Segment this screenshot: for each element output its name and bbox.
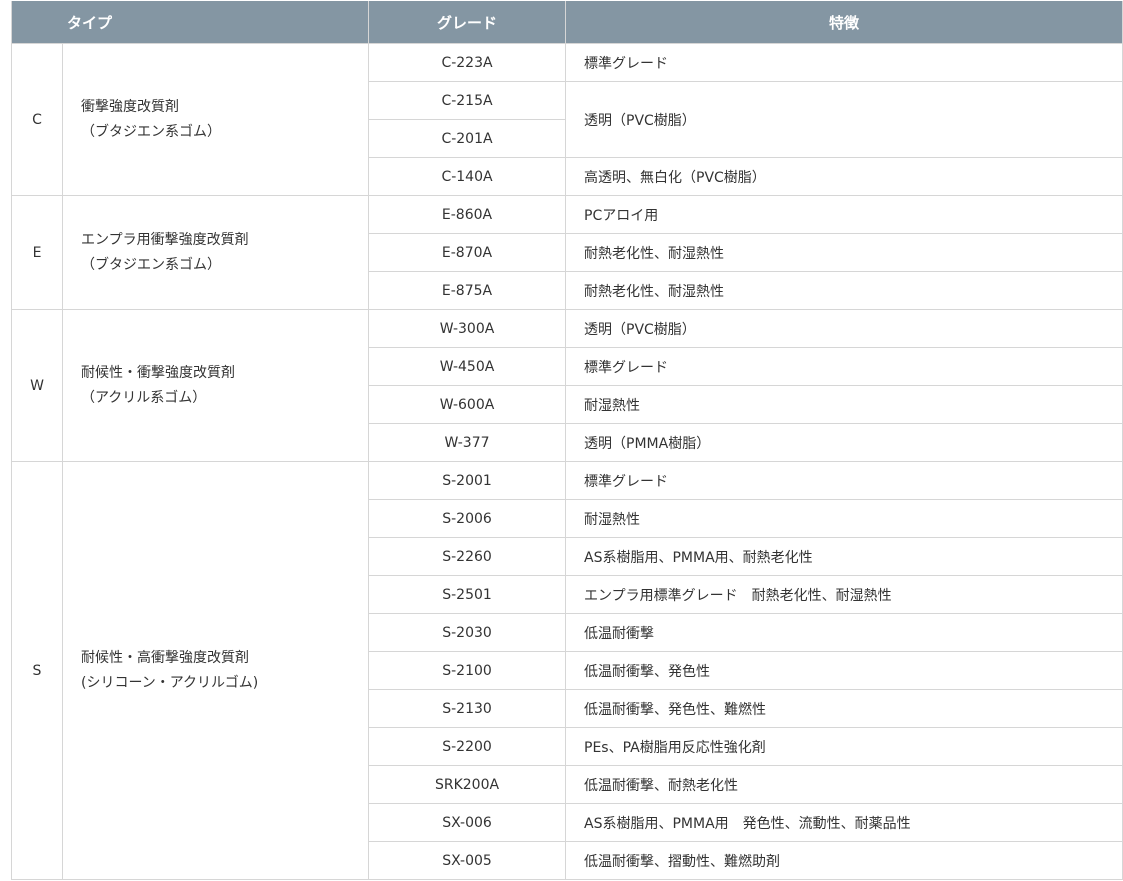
feature-cell: 耐熱老化性、耐湿熱性 <box>565 271 1123 310</box>
grade-cell: E-875A <box>368 271 567 310</box>
grade-cell: C-223A <box>368 43 567 82</box>
feature-cell: 低温耐衝撃、摺動性、難燃助剤 <box>565 841 1123 880</box>
grade-cell: SX-005 <box>368 841 567 880</box>
grade-cell: C-201A <box>368 119 567 158</box>
table-row: S 耐候性・高衝撃強度改質剤 (シリコーン・アクリルゴム) S-2001 標準グレード <box>11 461 1123 880</box>
grade-cell: S-2200 <box>368 727 567 766</box>
header-feature: 特徴 <box>565 1 1123 44</box>
grade-cell: S-2001 <box>368 461 567 500</box>
type-code-cell: S <box>11 461 63 880</box>
feature-cell: PEs、PA樹脂用反応性強化剤 <box>565 727 1123 766</box>
grade-cell: C-140A <box>368 157 567 196</box>
feature-cell: 透明（PVC樹脂） <box>565 81 1123 158</box>
grade-cell: W-300A <box>368 309 567 348</box>
grade-cell: W-377 <box>368 423 567 462</box>
type-description-cell: 衝撃強度改質剤 （ブタジエン系ゴム） <box>61 43 370 196</box>
grade-cell: S-2100 <box>368 651 567 690</box>
grade-cell: W-600A <box>368 385 567 424</box>
type-description-cell: 耐候性・高衝撃強度改質剤 (シリコーン・アクリルゴム) <box>61 461 370 880</box>
type-description-line: 耐候性・高衝撃強度改質剤 <box>81 649 249 666</box>
grade-cell: SX-006 <box>368 803 567 842</box>
feature-cell: 標準グレード <box>565 347 1123 386</box>
feature-cell: 低温耐衝撃、発色性 <box>565 651 1123 690</box>
table-row: C 衝撃強度改質剤 （ブタジエン系ゴム） C-223A 標準グレード <box>11 43 1123 196</box>
type-description-line: （アクリル系ゴム） <box>81 389 207 406</box>
type-description-cell: エンプラ用衝撃強度改質剤 （ブタジエン系ゴム） <box>61 195 370 310</box>
feature-cell: AS系樹脂用、PMMA用 発色性、流動性、耐薬品性 <box>565 803 1123 842</box>
type-description-line: エンプラ用衝撃強度改質剤 <box>81 231 249 248</box>
grade-cell: S-2260 <box>368 537 567 576</box>
feature-cell: 低温耐衝撃 <box>565 613 1123 652</box>
type-description-line: （ブタジエン系ゴム） <box>81 123 221 140</box>
feature-cell: PCアロイ用 <box>565 195 1123 234</box>
feature-cell: 耐熱老化性、耐湿熱性 <box>565 233 1123 272</box>
feature-cell: エンプラ用標準グレード 耐熱老化性、耐湿熱性 <box>565 575 1123 614</box>
grade-cell: SRK200A <box>368 765 567 804</box>
type-code-cell: C <box>11 43 63 196</box>
type-description-line: 耐候性・衝撃強度改質剤 <box>81 364 235 381</box>
feature-cell: 低温耐衝撃、耐熱老化性 <box>565 765 1123 804</box>
grade-cell: E-870A <box>368 233 567 272</box>
header-type: タイプ <box>10 1 370 44</box>
feature-cell: 高透明、無白化（PVC樹脂） <box>565 157 1123 196</box>
type-description-line: （ブタジエン系ゴム） <box>81 256 221 273</box>
table-row: E エンプラ用衝撃強度改質剤 （ブタジエン系ゴム） E-860A PCアロイ用 <box>11 195 1123 310</box>
header-grade: グレード <box>368 1 567 44</box>
feature-cell: 耐湿熱性 <box>565 499 1123 538</box>
grade-cell: S-2006 <box>368 499 567 538</box>
type-code-cell: E <box>11 195 63 310</box>
feature-cell: 透明（PVC樹脂） <box>565 309 1123 348</box>
feature-cell: AS系樹脂用、PMMA用、耐熱老化性 <box>565 537 1123 576</box>
feature-cell: 透明（PMMA樹脂） <box>565 423 1123 462</box>
grade-cell: S-2030 <box>368 613 567 652</box>
grade-cell: S-2501 <box>368 575 567 614</box>
grade-table: タイプ グレード 特徴 C 衝撃強度改質剤 （ブタジエン系ゴム） C-223A 標準グレ… <box>10 1 1123 880</box>
header-row: タイプ グレード 特徴 <box>10 1 1123 44</box>
grade-cell: C-215A <box>368 81 567 120</box>
feature-cell: 標準グレード <box>565 43 1123 82</box>
feature-cell: 低温耐衝撃、発色性、難燃性 <box>565 689 1123 728</box>
grade-cell: S-2130 <box>368 689 567 728</box>
feature-cell: 標準グレード <box>565 461 1123 500</box>
grade-cell: W-450A <box>368 347 567 386</box>
grade-cell: E-860A <box>368 195 567 234</box>
type-code-cell: W <box>11 309 63 462</box>
type-description-line: (シリコーン・アクリルゴム) <box>81 674 259 691</box>
type-description-cell: 耐候性・衝撃強度改質剤 （アクリル系ゴム） <box>61 309 370 462</box>
table-row: W 耐候性・衝撃強度改質剤 （アクリル系ゴム） W-300A 透明（PVC樹脂） <box>11 309 1123 462</box>
table-body: C 衝撃強度改質剤 （ブタジエン系ゴム） C-223A 標準グレード C-215A 透明（P… <box>11 43 1123 880</box>
feature-cell: 耐湿熱性 <box>565 385 1123 424</box>
type-description-line: 衝撃強度改質剤 <box>81 98 179 115</box>
